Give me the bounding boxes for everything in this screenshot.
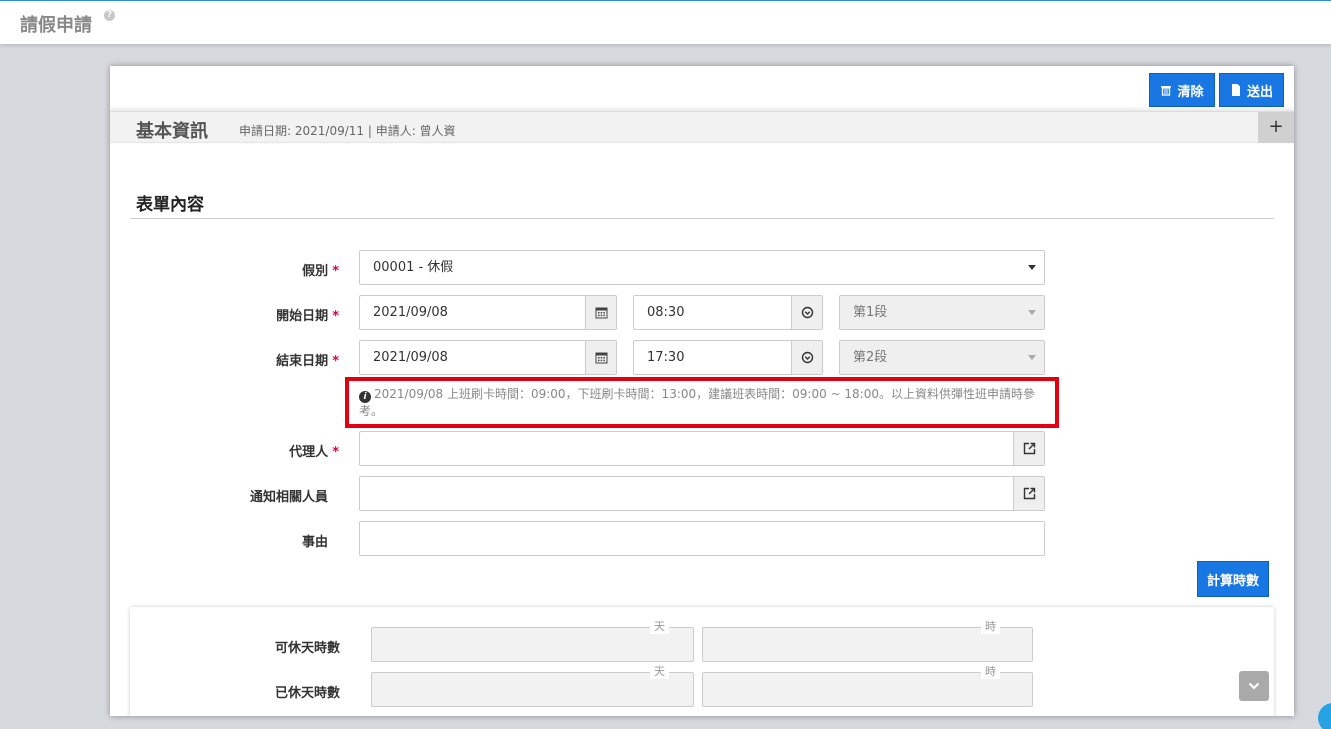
submit-button-label: 送出 [1246,84,1273,100]
help-icon[interactable]: ? [104,10,115,21]
form-divider [130,218,1274,219]
used-hours-field: 時 [702,663,1033,707]
end-date-value: 2021/09/08 [373,350,448,365]
collapse-toggle-button[interactable]: + [1258,112,1294,143]
end-segment-value: 第2段 [853,350,888,365]
leave-type-label: 假別 * [302,264,339,279]
chevron-down-icon [1248,682,1260,690]
clock-icon[interactable] [791,296,822,329]
start-segment-value: 第1段 [853,305,888,320]
calendar-icon[interactable] [585,296,616,329]
notify-label: 通知相關人員 [249,490,328,505]
external-link-icon[interactable] [1013,477,1044,510]
form-title: 表單內容 [136,195,204,215]
hours-summary: 可休天時數 天 時 已休天時數 天 時 [130,607,1274,716]
punch-hint-box: i 2021/09/08 上班刷卡時間：09:00，下班刷卡時間：13:00，建議… [345,377,1059,428]
reason-label: 事由 [301,535,328,550]
scroll-down-button[interactable] [1239,671,1269,701]
start-date-label: 開始日期 * [276,309,339,324]
calculate-hours-button[interactable]: 計算時數 [1197,561,1269,597]
clock-icon[interactable] [791,341,822,374]
submit-button[interactable]: 送出 [1219,73,1284,107]
calendar-icon[interactable] [585,341,616,374]
start-date-input[interactable]: 2021/09/08 [359,295,617,330]
info-icon: i [359,391,371,403]
agent-input[interactable] [359,431,1045,466]
punch-hint-text: 2021/09/08 上班刷卡時間：09:00，下班刷卡時間：13:00，建議班… [359,387,1035,418]
apply-meta: 申請日期: 2021/09/11 | 申請人: 曾人資 [239,124,456,138]
used-days-field: 天 [371,663,694,707]
external-link-icon[interactable] [1013,432,1044,465]
chevron-down-icon [1028,355,1036,360]
clear-button[interactable]: 清除 [1149,73,1215,107]
end-time-input[interactable]: 17:30 [633,340,823,375]
chevron-down-icon [1028,310,1036,315]
start-segment-select: 第1段 [839,295,1045,330]
end-date-label: 結束日期 * [276,354,339,369]
punch-hint: i 2021/09/08 上班刷卡時間：09:00，下班刷卡時間：13:00，建議… [359,386,1045,420]
available-hours-field: 時 [702,618,1033,662]
leave-type-select[interactable]: 00001 - 休假 [359,250,1045,285]
basic-info-header: 基本資訊 申請日期: 2021/09/11 | 申請人: 曾人資 + [110,111,1294,143]
day-unit: 天 [650,663,669,679]
chevron-down-icon [1028,265,1036,270]
available-hours-label: 可休天時數 [275,641,341,656]
hour-unit: 時 [981,663,1000,679]
trash-icon [1160,84,1172,96]
day-unit: 天 [650,618,669,634]
end-time-value: 17:30 [647,350,685,365]
start-date-value: 2021/09/08 [373,305,448,320]
chat-widget-icon[interactable] [1318,703,1331,729]
reason-input[interactable] [359,521,1045,556]
clear-button-label: 清除 [1177,84,1204,100]
hour-unit: 時 [981,618,1000,634]
notify-input[interactable] [359,476,1045,511]
agent-label: 代理人 * [289,445,339,460]
top-bar: 請假申請 ? [0,0,1331,44]
section-title: 基本資訊 [136,121,208,142]
start-time-input[interactable]: 08:30 [633,295,823,330]
leave-type-value: 00001 - 休假 [373,260,454,275]
form-panel: 清除 送出 基本資訊 申請日期: 2021/09/11 | 申請人: 曾人資 +… [110,66,1294,716]
end-date-input[interactable]: 2021/09/08 [359,340,617,375]
available-days-field: 天 [371,618,694,662]
used-hours-label: 已休天時數 [275,686,341,701]
start-time-value: 08:30 [647,305,685,320]
end-segment-select: 第2段 [839,340,1045,375]
page-title: 請假申請 [20,15,92,36]
file-icon [1230,84,1242,96]
